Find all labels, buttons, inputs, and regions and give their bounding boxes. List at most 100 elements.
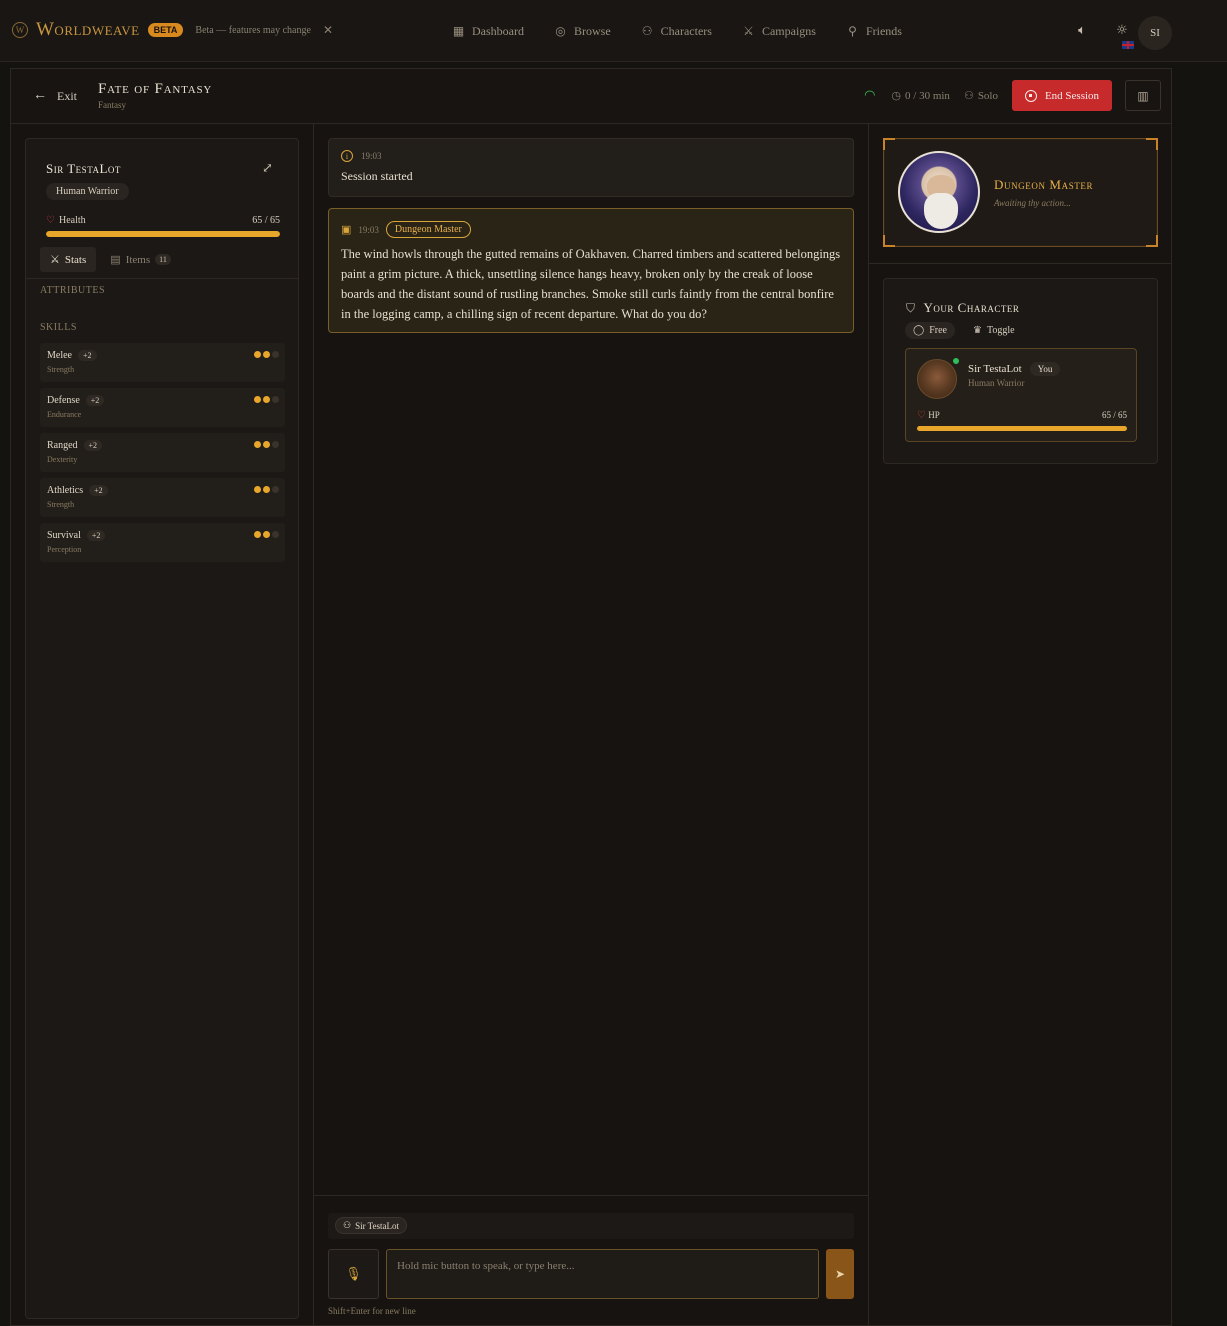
swords-icon: ⚔	[50, 254, 60, 266]
timer-value: 0 / 30 min	[905, 89, 950, 102]
nav-item-campaigns[interactable]: ⚔ Campaigns	[742, 24, 816, 39]
skill-level-dots	[254, 351, 279, 358]
skill-level-dots	[254, 531, 279, 538]
mode-free-button[interactable]: ◯ Free	[905, 322, 955, 339]
session-timer: ◷ 0 / 30 min	[891, 89, 950, 103]
tab-label: Items	[125, 253, 151, 266]
skill-modifier: +2	[86, 530, 106, 541]
info-icon: i	[341, 150, 353, 162]
skill-name-row: Melee +2	[47, 350, 97, 361]
skill-dot	[272, 351, 279, 358]
skill-name: Ranged	[47, 440, 78, 451]
session-header: ← Exit Fate of Fantasy Fantasy ◠ ◷ 0 / 3…	[11, 69, 1171, 124]
close-icon[interactable]: ✕	[323, 23, 333, 37]
skill-name: Survival	[47, 530, 81, 541]
skill-row[interactable]: Athletics +2 Strength	[40, 478, 285, 517]
nav-item-browse[interactable]: ◎ Browse	[554, 24, 610, 39]
character-name: Sir TestaLot	[46, 161, 121, 176]
skill-row[interactable]: Survival +2 Perception	[40, 523, 285, 562]
sun-icon[interactable]: ☼	[1115, 24, 1129, 38]
message-text: Session started	[341, 169, 413, 183]
skill-row[interactable]: Melee +2 Strength	[40, 343, 285, 382]
shield-icon: ⛉	[906, 300, 916, 315]
heart-icon: ♡	[917, 410, 926, 421]
health-label: Health	[58, 215, 86, 226]
session-controls: ◠ ◷ 0 / 30 min ⚇ Solo End Session ▥	[864, 80, 1161, 111]
wifi-icon: ◠	[864, 88, 876, 103]
hp-value: 65 / 65	[1101, 410, 1127, 420]
skill-dot	[263, 441, 270, 448]
health-value: 65 / 65	[252, 215, 280, 226]
end-session-label: End Session	[1044, 89, 1100, 102]
user-avatar[interactable]: SI	[1138, 16, 1172, 50]
skill-dot	[272, 441, 279, 448]
exit-button[interactable]: ← Exit	[33, 88, 77, 104]
expand-icon[interactable]: ⤢	[262, 161, 273, 176]
skill-name: Melee	[47, 350, 72, 361]
beta-note: Beta — features may change	[195, 24, 311, 36]
skill-level-dots	[254, 486, 279, 493]
skill-modifier: +2	[83, 440, 103, 451]
your-character-heading: ⛉ Your Character	[906, 300, 1019, 316]
your-character-card: ⛉ Your Character ◯ Free ♛ Toggle Sir Tes…	[883, 278, 1158, 464]
skill-attribute: Perception	[47, 545, 82, 554]
nav-item-dashboard[interactable]: ▦ Dashboard	[452, 24, 524, 39]
online-status-icon	[951, 356, 961, 366]
skill-dot	[254, 531, 261, 538]
mode-label: Toggle	[986, 325, 1015, 336]
map-button[interactable]: ▥	[1125, 80, 1161, 111]
speaker-name: Sir TestaLot	[355, 1220, 400, 1231]
chat-bubble-icon: ◯	[913, 325, 925, 336]
race-class-tag: Human Warrior	[46, 183, 129, 200]
brand[interactable]: W Worldweave BETA Beta — features may ch…	[12, 19, 333, 41]
skill-dot	[263, 396, 270, 403]
skill-dot	[263, 531, 270, 538]
player-card[interactable]: Sir TestaLot You Human Warrior ♡ HP 65 /…	[905, 348, 1137, 442]
skills-list: Melee +2 Strength Defense +2 Endurance Ranged +…	[40, 343, 285, 562]
dm-title: Dungeon Master	[994, 177, 1094, 192]
attributes-heading: ATTRIBUTES	[40, 285, 105, 296]
send-button[interactable]: ➤	[826, 1249, 854, 1299]
skill-dot	[254, 441, 261, 448]
skill-dot	[263, 486, 270, 493]
skill-name: Athletics	[47, 485, 84, 496]
nav-item-friends[interactable]: ⚲ Friends	[846, 24, 902, 39]
skill-row[interactable]: Defense +2 Endurance	[40, 388, 285, 427]
tab-stats[interactable]: ⚔ Stats	[40, 247, 97, 272]
nav-item-characters[interactable]: ⚇ Characters	[641, 24, 712, 39]
skill-row[interactable]: Ranged +2 Dexterity	[40, 433, 285, 472]
skill-modifier: +2	[85, 395, 105, 406]
player-name: Sir TestaLot	[968, 363, 1022, 375]
mode-label: Solo	[977, 89, 998, 102]
items-count-badge: 11	[155, 254, 171, 265]
speaker-bar: ⚇ Sir TestaLot	[328, 1213, 854, 1239]
dm-status: Awaiting thy action...	[994, 198, 1071, 208]
speaker-chip[interactable]: ⚇ Sir TestaLot	[335, 1217, 408, 1234]
beta-badge: BETA	[147, 23, 184, 37]
nav-item-label: Dashboard	[472, 24, 524, 38]
session-frame: ← Exit Fate of Fantasy Fantasy ◠ ◷ 0 / 3…	[10, 68, 1172, 1326]
dm-badge: Dungeon Master	[385, 221, 471, 238]
user-plus-icon: ⚲	[848, 24, 857, 38]
end-session-button[interactable]: End Session	[1012, 80, 1112, 111]
mic-button[interactable]: 🎙︎	[328, 1249, 379, 1299]
tab-label: Stats	[64, 253, 87, 266]
tab-items[interactable]: ▤ Items 11	[100, 247, 181, 272]
message-input[interactable]	[386, 1249, 819, 1299]
dm-portrait	[898, 151, 980, 233]
right-divider	[869, 263, 1171, 264]
skill-name: Defense	[47, 395, 80, 406]
volume-icon[interactable]: 🔈︎	[1075, 24, 1089, 38]
skill-dot	[254, 396, 261, 403]
users-icon: ⚇	[343, 1220, 352, 1230]
input-hint: Shift+Enter for new line	[328, 1306, 416, 1316]
users-icon: ⚇	[641, 24, 653, 38]
session-mode: ⚇ Solo	[964, 89, 998, 103]
mode-toggle-button[interactable]: ♛ Toggle	[965, 322, 1023, 339]
session-genre: Fantasy	[98, 100, 126, 110]
skill-modifier: +2	[78, 350, 97, 361]
heart-icon: ♡	[46, 215, 55, 226]
skill-level-dots	[254, 396, 279, 403]
mode-label: Free	[929, 325, 947, 336]
tabs-divider	[26, 278, 298, 279]
